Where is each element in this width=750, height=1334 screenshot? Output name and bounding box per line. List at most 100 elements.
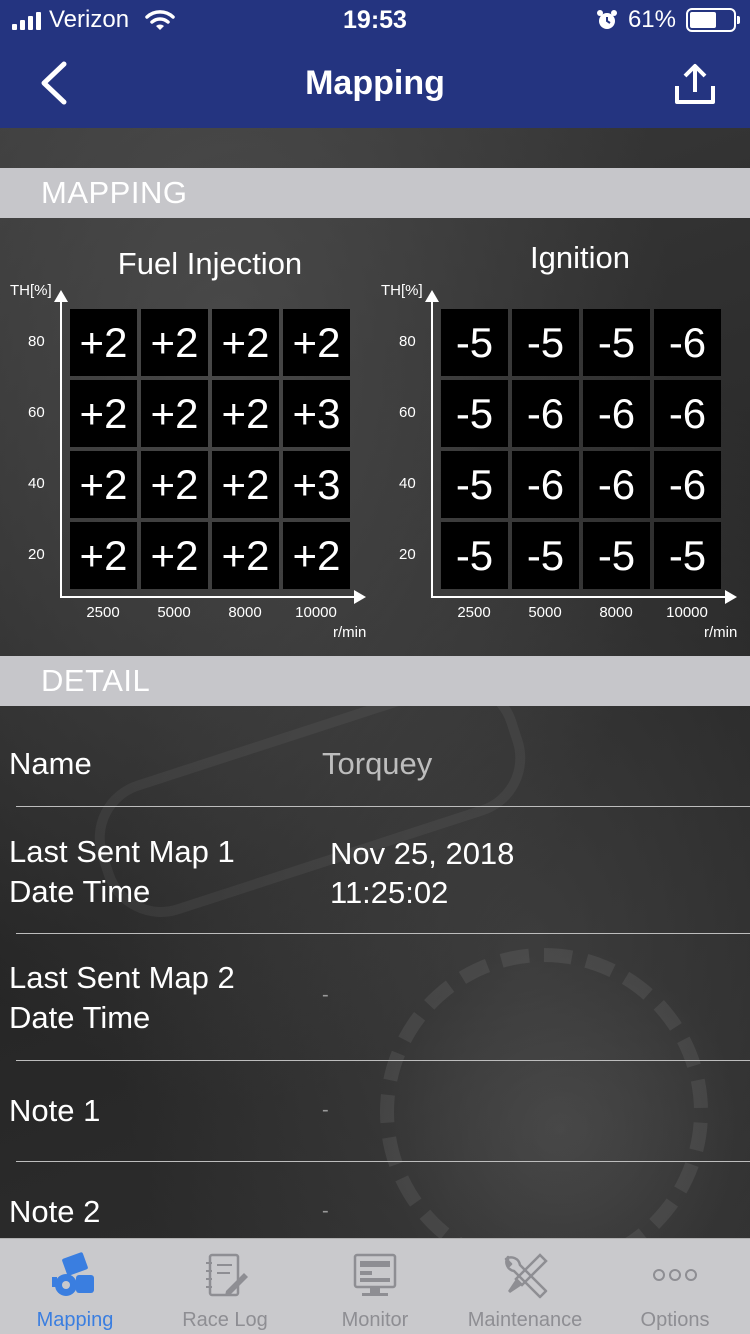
ignition-map-cell: -6 — [654, 309, 721, 376]
note-1-value: - — [322, 1099, 329, 1121]
fuel-map-cell: +2 — [283, 522, 350, 589]
fuel-x-axis-arrow — [354, 590, 366, 604]
fuel-map-cell: +2 — [212, 522, 279, 589]
last-sent-map-2-value: - — [322, 984, 329, 1006]
ignition-map-cell: -6 — [512, 380, 579, 447]
tab-monitor[interactable]: Monitor — [300, 1239, 450, 1334]
fuel-map-cell: +2 — [283, 309, 350, 376]
fuel-map-cell: +2 — [70, 522, 137, 589]
ignition-x-tick-label: 8000 — [599, 604, 633, 621]
name-label: Name — [9, 746, 92, 781]
monitor-icon — [353, 1253, 397, 1296]
ignition-map-cell: -5 — [512, 522, 579, 589]
ignition-map: Ignition TH[%] 80 60 40 20 2500 5000 8000 1000… — [375, 218, 750, 656]
ignition-map-cell: -5 — [441, 522, 508, 589]
ignition-map-cell: -6 — [654, 451, 721, 518]
last-sent-map-1-label-line2: Date Time — [9, 874, 151, 909]
ignition-map-cell: -5 — [583, 522, 650, 589]
fuel-map-cell: +2 — [141, 309, 208, 376]
page-title: Mapping — [305, 64, 445, 102]
navigation-bar: Mapping — [0, 40, 750, 128]
fuel-y-tick-label: 40 — [28, 475, 45, 492]
ignition-x-tick-label: 10000 — [666, 604, 708, 621]
detail-row-name[interactable]: Name Torquey — [0, 706, 750, 806]
ignition-map-cell: -5 — [441, 309, 508, 376]
fuel-map-title: Fuel Injection — [117, 246, 303, 281]
fuel-x-tick-label: 10000 — [295, 604, 337, 621]
last-sent-map-2-label-line1: Last Sent Map 2 — [9, 960, 235, 995]
note-2-value: - — [322, 1200, 329, 1222]
fuel-map-cell: +3 — [283, 451, 350, 518]
last-sent-map-1-label-line1: Last Sent Map 1 — [9, 834, 235, 869]
ignition-x-axis — [431, 596, 727, 598]
notebook-icon — [206, 1253, 248, 1297]
battery-icon — [686, 8, 740, 32]
ignition-map-cell: -6 — [512, 451, 579, 518]
top-bar: Verizon 19:53 61% Mapping — [0, 0, 750, 128]
tab-bar: Mapping Race Log Monitor Maintenance Opt… — [0, 1238, 750, 1334]
fuel-x-tick-label: 5000 — [157, 604, 191, 621]
fuel-map-cell: +2 — [70, 309, 137, 376]
fuel-x-axis — [60, 596, 356, 598]
ignition-map-title: Ignition — [530, 240, 630, 275]
ignition-map-cell: -6 — [654, 380, 721, 447]
more-dots-icon — [653, 1269, 697, 1281]
fuel-y-tick-label: 20 — [28, 546, 45, 563]
tab-mapping[interactable]: Mapping — [0, 1239, 150, 1334]
detail-row-note-2[interactable]: Note 2 - — [0, 1162, 750, 1238]
tab-label: Mapping — [36, 1309, 114, 1331]
mapping-section-header: MAPPING — [0, 168, 750, 218]
tab-maintenance[interactable]: Maintenance — [450, 1239, 600, 1334]
fuel-map-cell: +2 — [141, 522, 208, 589]
battery-percent: 61% — [627, 6, 676, 33]
fuel-y-tick-label: 80 — [28, 333, 45, 350]
fuel-y-axis — [60, 298, 62, 598]
ignition-y-tick-label: 80 — [399, 333, 416, 350]
last-sent-map-1-time: 11:25:02 — [330, 875, 449, 910]
fuel-map-cell: +2 — [141, 380, 208, 447]
ignition-map-cell: -5 — [441, 380, 508, 447]
fuel-x-tick-label: 2500 — [86, 604, 120, 621]
ignition-y-tick-label: 40 — [399, 475, 416, 492]
ignition-y-axis — [431, 298, 433, 598]
ignition-y-tick-label: 60 — [399, 404, 416, 421]
fuel-map-cell: +2 — [212, 451, 279, 518]
ignition-x-axis-arrow — [725, 590, 737, 604]
status-bar: Verizon 19:53 61% — [0, 0, 750, 40]
share-upload-icon[interactable] — [670, 60, 720, 110]
fuel-map-cell: +2 — [70, 380, 137, 447]
fuel-y-axis-label: TH[%] — [10, 282, 52, 299]
tab-label: Options — [640, 1309, 710, 1331]
tab-label: Monitor — [341, 1309, 409, 1331]
tab-race-log[interactable]: Race Log — [150, 1239, 300, 1334]
tab-label: Race Log — [182, 1309, 268, 1331]
fuel-map-cell: +2 — [70, 451, 137, 518]
detail-row-last-sent-map-2: Last Sent Map 2 Date Time - — [0, 934, 750, 1060]
detail-row-note-1[interactable]: Note 1 - — [0, 1061, 750, 1161]
fuel-y-axis-arrow — [54, 290, 68, 302]
ignition-map-cell: -6 — [583, 451, 650, 518]
fuel-injection-map: Fuel Injection TH[%] 80 60 40 20 2500 5000 80… — [0, 218, 375, 656]
ignition-map-cell: -5 — [654, 522, 721, 589]
ignition-map-cell: -5 — [512, 309, 579, 376]
ignition-y-axis-label: TH[%] — [381, 282, 423, 299]
name-value: Torquey — [322, 746, 433, 781]
ignition-map-cell: -5 — [583, 309, 650, 376]
fuel-map-cell: +3 — [283, 380, 350, 447]
fuel-y-tick-label: 60 — [28, 404, 45, 421]
note-1-label: Note 1 — [9, 1093, 101, 1128]
engine-icon — [52, 1252, 94, 1296]
note-2-label: Note 2 — [9, 1194, 101, 1229]
ignition-y-tick-label: 20 — [399, 546, 416, 563]
ignition-x-tick-label: 5000 — [528, 604, 562, 621]
fuel-x-tick-label: 8000 — [228, 604, 262, 621]
ignition-x-unit: r/min — [704, 624, 738, 641]
last-sent-map-2-label-line2: Date Time — [9, 1000, 151, 1035]
last-sent-map-1-date: Nov 25, 2018 — [330, 836, 515, 871]
tab-options[interactable]: Options — [600, 1239, 750, 1334]
ignition-map-cell: -6 — [583, 380, 650, 447]
ignition-y-axis-arrow — [425, 290, 439, 302]
fuel-map-cell: +2 — [212, 380, 279, 447]
detail-section-header: DETAIL — [0, 656, 750, 706]
detail-row-last-sent-map-1: Last Sent Map 1 Date Time Nov 25, 2018 1… — [0, 807, 750, 933]
